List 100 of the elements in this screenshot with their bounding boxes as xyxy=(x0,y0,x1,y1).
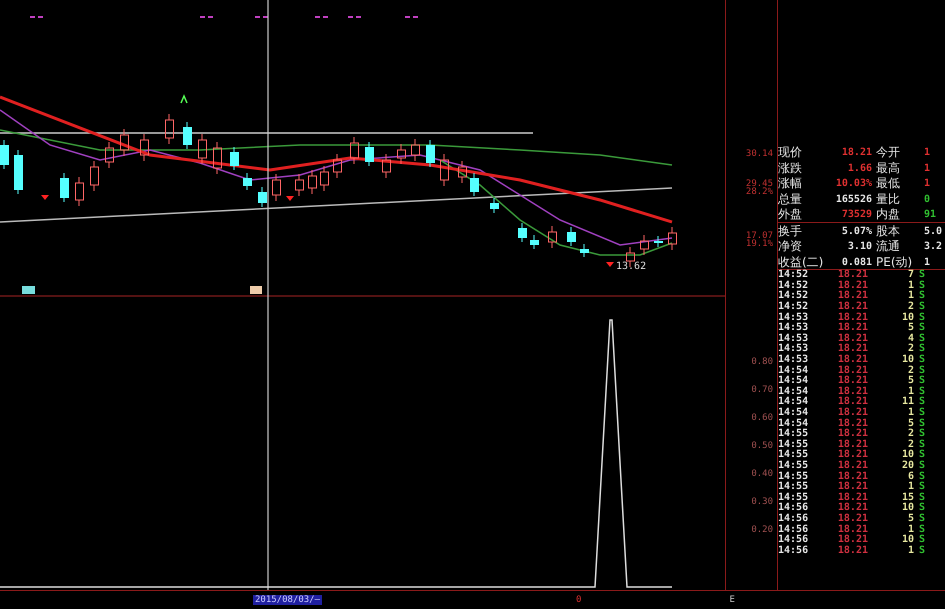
quote-label: 收益(二) xyxy=(778,254,822,270)
tick-volume: 1 xyxy=(906,291,914,302)
tick-volume: 2 xyxy=(906,302,914,312)
tick-side: S xyxy=(918,472,926,482)
tick-side: S xyxy=(918,460,926,471)
tick-side: S xyxy=(918,312,926,323)
low-price-label: 13.62 xyxy=(616,261,646,272)
rising-candle xyxy=(308,170,317,194)
tick-volume: 10 xyxy=(900,355,914,366)
quote-value: 3.10 xyxy=(846,241,873,252)
falling-candle xyxy=(567,226,576,246)
tick-volume: 10 xyxy=(900,535,914,546)
price-label: 30.14 xyxy=(746,150,773,159)
axis-label: 0.70 xyxy=(751,386,773,395)
axis-label: 0.40 xyxy=(751,470,773,479)
tick-price: 18.21 xyxy=(836,429,868,440)
tick-volume: 5 xyxy=(906,323,914,334)
tick-price: 18.21 xyxy=(836,397,868,408)
quote-value: 5.0 xyxy=(923,226,944,236)
tick-time: 14:55 xyxy=(778,440,810,450)
tick-price: 18.21 xyxy=(836,355,868,366)
tick-time: 14:53 xyxy=(778,312,810,323)
tick-price: 18.21 xyxy=(836,323,868,334)
tick-price: 18.21 xyxy=(836,492,868,503)
tick-time: 14:52 xyxy=(778,270,810,280)
falling-candle xyxy=(0,140,9,170)
tick-price: 18.21 xyxy=(836,482,868,492)
tick-side: S xyxy=(918,355,926,366)
down-arrow-icon xyxy=(41,195,49,200)
tick-side: S xyxy=(918,429,926,440)
date-label: 2015/08/03/— xyxy=(253,595,322,605)
tick-price: 18.21 xyxy=(836,514,868,524)
tick-volume: 5 xyxy=(906,376,914,386)
tick-price: 18.21 xyxy=(836,460,868,471)
tick-price: 18.21 xyxy=(836,386,868,397)
tick-time: 14:55 xyxy=(778,492,810,503)
tick-price: 18.21 xyxy=(836,366,868,376)
axis-label: 0.20 xyxy=(751,526,773,535)
quote-label: 净资 xyxy=(778,238,803,255)
rising-candle xyxy=(295,174,304,196)
tick-price: 18.21 xyxy=(836,280,868,291)
tick-time: 14:54 xyxy=(778,376,810,386)
rising-candle xyxy=(105,142,114,168)
rising-candle xyxy=(458,160,467,184)
tick-price: 18.21 xyxy=(836,418,868,429)
tick-side: S xyxy=(918,291,926,302)
tick-volume: 10 xyxy=(900,450,914,460)
quote-label: PE(动) xyxy=(876,254,914,270)
tick-time: 14:54 xyxy=(778,397,810,408)
tick-side: S xyxy=(918,503,926,514)
tick-time: 14:56 xyxy=(778,514,810,524)
tick-price: 18.21 xyxy=(836,291,868,302)
tick-volume: 7 xyxy=(906,270,914,280)
quote-label: 换手 xyxy=(778,222,803,240)
rising-candle xyxy=(165,114,174,144)
rising-candle xyxy=(382,154,391,178)
quote-label: 最低 xyxy=(876,175,901,192)
quote-label: 内盘 xyxy=(876,206,901,223)
tick-volume: 5 xyxy=(906,514,914,524)
down-arrow-icon xyxy=(286,196,294,201)
quote-label: 量比 xyxy=(876,190,901,208)
quote-value: 1 xyxy=(923,256,932,268)
rising-candle xyxy=(411,138,420,162)
tick-volume: 2 xyxy=(906,366,914,376)
rising-candle xyxy=(75,176,84,206)
tick-price: 18.21 xyxy=(836,503,868,514)
falling-candle xyxy=(183,122,192,150)
tick-time: 14:55 xyxy=(778,482,810,492)
tick-volume: 1 xyxy=(908,524,914,535)
tick-volume: 2 xyxy=(906,344,914,354)
tick-price: 18.21 xyxy=(836,344,868,354)
tick-volume: 15 xyxy=(900,492,914,503)
tick-time: 14:54 xyxy=(778,408,810,418)
falling-candle xyxy=(470,172,479,196)
quote-value: 73529 xyxy=(840,209,873,220)
tick-price: 18.21 xyxy=(836,524,868,535)
tick-volume: 4 xyxy=(906,334,914,344)
tick-price: 18.21 xyxy=(836,408,868,418)
tick-side: S xyxy=(918,270,926,280)
rising-candle xyxy=(120,128,129,156)
falling-candle xyxy=(14,150,23,194)
axis-label: 0.80 xyxy=(751,358,773,367)
quote-value: 0 xyxy=(923,194,932,204)
quote-label: 总量 xyxy=(778,190,803,208)
tick-volume: 1 xyxy=(906,408,914,418)
tick-time: 14:53 xyxy=(778,323,810,334)
tick-side: S xyxy=(918,535,926,546)
tick-price: 18.21 xyxy=(836,472,868,482)
tick-time: 14:53 xyxy=(778,355,810,366)
rising-candle xyxy=(397,144,406,164)
quote-value: 18.21 xyxy=(840,147,873,158)
tick-side: S xyxy=(918,334,926,344)
tick-time: 14:52 xyxy=(778,280,810,291)
tick-side: S xyxy=(918,482,926,492)
tick-time: 14:54 xyxy=(778,386,810,397)
tick-side: S xyxy=(918,514,926,524)
tick-volume: 10 xyxy=(900,312,914,323)
tick-side: S xyxy=(918,408,926,418)
falling-candle xyxy=(230,146,239,170)
rising-candle xyxy=(333,154,342,178)
